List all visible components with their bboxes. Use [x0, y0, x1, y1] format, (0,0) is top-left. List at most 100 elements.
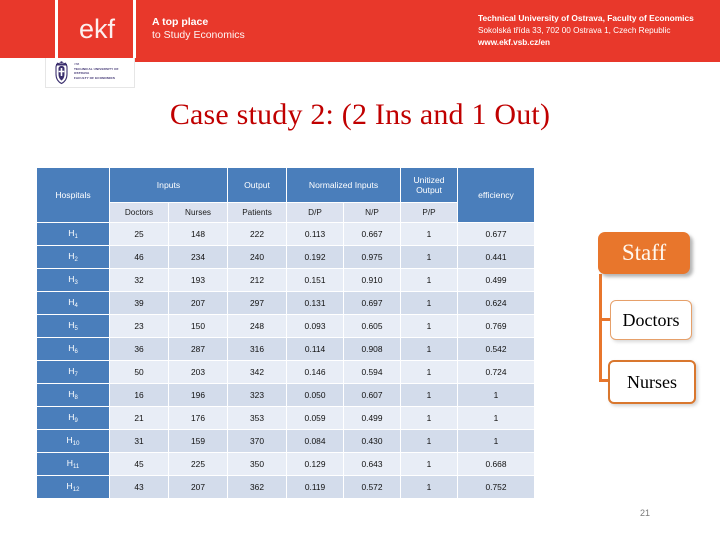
- cell-efficiency: 0.542: [458, 338, 534, 360]
- callout-doctors-node[interactable]: Doctors: [610, 300, 692, 340]
- cell-efficiency: 0.724: [458, 361, 534, 383]
- row-header-hospital: H3: [37, 269, 109, 291]
- row-header-hospital: H5: [37, 315, 109, 337]
- table-header-row-group: Hospitals Inputs Output Normalized Input…: [37, 168, 534, 222]
- tagline-line-2: to Study Economics: [152, 29, 245, 41]
- row-header-hospital: H10: [37, 430, 109, 452]
- callout-nurses-node[interactable]: Nurses: [608, 360, 696, 404]
- cell-efficiency: 1: [458, 430, 534, 452]
- cell-patients: 362: [228, 476, 286, 498]
- col-header-unitized-output: Unitized Output: [401, 168, 457, 202]
- col-subheader-patients: Patients: [228, 203, 286, 222]
- col-subheader-pp: P/P: [401, 203, 457, 222]
- cell-dp: 0.113: [287, 223, 343, 245]
- cell-pp: 1: [401, 430, 457, 452]
- cell-nurses: 207: [169, 292, 227, 314]
- cell-np: 0.607: [344, 384, 400, 406]
- cell-dp: 0.084: [287, 430, 343, 452]
- row-header-hospital: H2: [37, 246, 109, 268]
- connector-vertical: [599, 274, 602, 381]
- cell-dp: 0.059: [287, 407, 343, 429]
- cell-doctors: 39: [110, 292, 168, 314]
- page-number: 21: [640, 508, 651, 518]
- cell-dp: 0.114: [287, 338, 343, 360]
- cell-patients: 222: [228, 223, 286, 245]
- table-row: H2 46 234 240 0.192 0.975 1 0.441: [37, 246, 534, 268]
- page-title: Case study 2: (2 Ins and 1 Out): [169, 98, 551, 131]
- cell-doctors: 31: [110, 430, 168, 452]
- cell-np: 0.910: [344, 269, 400, 291]
- cell-nurses: 159: [169, 430, 227, 452]
- cell-patients: 342: [228, 361, 286, 383]
- university-name: Technical University of Ostrava, Faculty…: [478, 13, 694, 23]
- cell-nurses: 234: [169, 246, 227, 268]
- cell-np: 0.667: [344, 223, 400, 245]
- cell-nurses: 176: [169, 407, 227, 429]
- crest-caption: TECHNICAL UNIVERSITY OF OSTRAVA FACULTY …: [74, 67, 132, 80]
- university-website: www.ekf.vsb.cz/en: [478, 38, 551, 47]
- cell-pp: 1: [401, 223, 457, 245]
- cell-patients: 323: [228, 384, 286, 406]
- cell-doctors: 50: [110, 361, 168, 383]
- cell-efficiency: 0.668: [458, 453, 534, 475]
- table-row: H5 23 150 248 0.093 0.605 1 0.769: [37, 315, 534, 337]
- col-header-inputs: Inputs: [110, 168, 227, 202]
- callout-staff-node[interactable]: Staff: [598, 232, 690, 274]
- row-header-hospital: H7: [37, 361, 109, 383]
- cell-efficiency: 1: [458, 407, 534, 429]
- cell-doctors: 23: [110, 315, 168, 337]
- crest-caption-line-2: FACULTY OF ECONOMICS: [74, 75, 116, 80]
- cell-efficiency: 0.769: [458, 315, 534, 337]
- crest-tiny-mark: VSB: [74, 63, 80, 66]
- university-crest-card: VSB TECHNICAL UNIVERSITY OF OSTRAVA FACU…: [45, 58, 135, 88]
- row-header-hospital: H6: [37, 338, 109, 360]
- cell-np: 0.572: [344, 476, 400, 498]
- cell-pp: 1: [401, 407, 457, 429]
- cell-pp: 1: [401, 292, 457, 314]
- cell-pp: 1: [401, 384, 457, 406]
- callout-doctors-label: Doctors: [622, 309, 680, 330]
- cell-nurses: 287: [169, 338, 227, 360]
- cell-dp: 0.192: [287, 246, 343, 268]
- cell-pp: 1: [401, 361, 457, 383]
- university-contact-info: Technical University of Ostrava, Faculty…: [478, 12, 694, 50]
- table-row: H9 21 176 353 0.059 0.499 1 1: [37, 407, 534, 429]
- cell-pp: 1: [401, 315, 457, 337]
- cell-pp: 1: [401, 476, 457, 498]
- cell-patients: 248: [228, 315, 286, 337]
- cell-np: 0.975: [344, 246, 400, 268]
- table-row: H6 36 287 316 0.114 0.908 1 0.542: [37, 338, 534, 360]
- table-body: H1 25 148 222 0.113 0.667 1 0.677 H2 46 234 240 0.19…: [37, 223, 534, 498]
- cell-pp: 1: [401, 246, 457, 268]
- staff-hierarchy-callout: Staff Doctors Nurses: [596, 232, 706, 404]
- cell-doctors: 32: [110, 269, 168, 291]
- header-notch-left: [55, 0, 58, 58]
- cell-nurses: 150: [169, 315, 227, 337]
- cell-doctors: 43: [110, 476, 168, 498]
- callout-staff-label: Staff: [621, 240, 667, 265]
- col-header-normalized-inputs: Normalized Inputs: [287, 168, 400, 202]
- row-header-hospital: H4: [37, 292, 109, 314]
- cell-doctors: 25: [110, 223, 168, 245]
- col-header-hospitals: Hospitals: [37, 168, 109, 222]
- table-row: H7 50 203 342 0.146 0.594 1 0.724: [37, 361, 534, 383]
- cell-nurses: 193: [169, 269, 227, 291]
- col-subheader-np: N/P: [344, 203, 400, 222]
- cell-pp: 1: [401, 453, 457, 475]
- cell-patients: 316: [228, 338, 286, 360]
- col-subheader-doctors: Doctors: [110, 203, 168, 222]
- cell-doctors: 36: [110, 338, 168, 360]
- table-row: H8 16 196 323 0.050 0.607 1 1: [37, 384, 534, 406]
- cell-dp: 0.129: [287, 453, 343, 475]
- cell-patients: 240: [228, 246, 286, 268]
- row-header-hospital: H1: [37, 223, 109, 245]
- row-header-hospital: H9: [37, 407, 109, 429]
- cell-nurses: 225: [169, 453, 227, 475]
- row-header-hospital: H12: [37, 476, 109, 498]
- header-notch-right: [133, 0, 136, 58]
- header-tagline: A top place to Study Economics: [152, 16, 245, 42]
- cell-nurses: 148: [169, 223, 227, 245]
- cell-np: 0.908: [344, 338, 400, 360]
- table-row: H12 43 207 362 0.119 0.572 1 0.752: [37, 476, 534, 498]
- cell-np: 0.430: [344, 430, 400, 452]
